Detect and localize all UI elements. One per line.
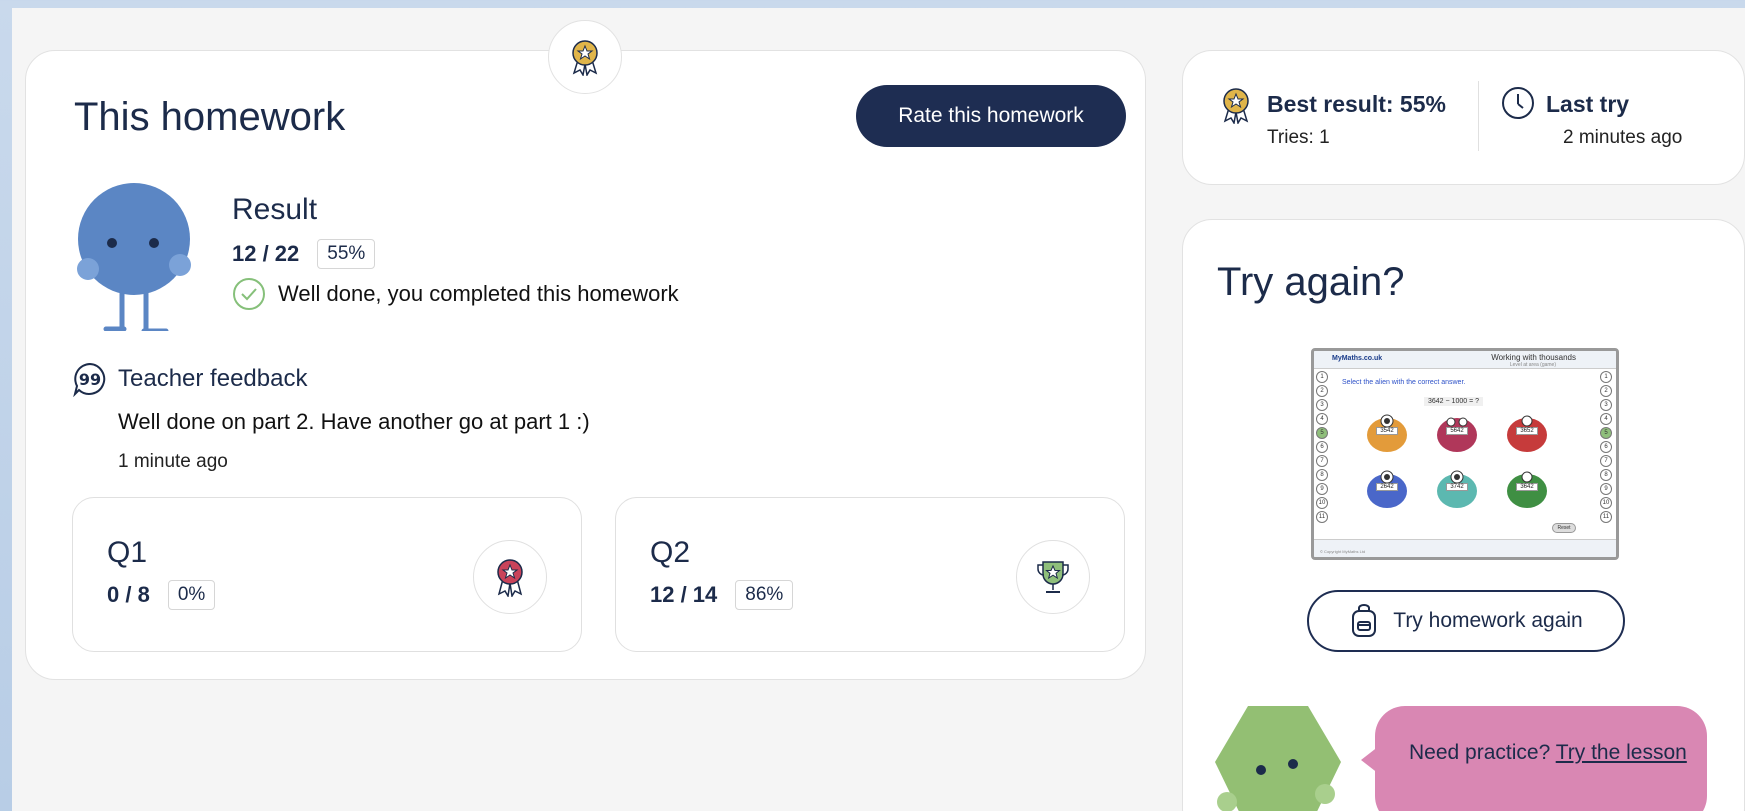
- try-again-heading: Try again?: [1217, 260, 1405, 304]
- preview-alien: 3742: [1434, 469, 1480, 511]
- preview-footer: © Copyright MyMaths Ltd: [1314, 539, 1616, 557]
- preview-step: 7: [1316, 455, 1328, 467]
- preview-alien: 3542: [1364, 413, 1410, 455]
- teacher-feedback-time: 1 minute ago: [118, 451, 228, 472]
- homework-card: This homework Rate this homework Result …: [25, 50, 1146, 680]
- practice-prompt-text: Need practice?: [1409, 741, 1556, 764]
- question-score: 12 / 14: [650, 582, 718, 607]
- preview-logo: MyMaths.co.uk: [1332, 355, 1383, 362]
- best-result: Best result: 55%: [1267, 91, 1446, 117]
- stats-card: Best result: 55% Tries: 1 Last try 2 min…: [1182, 50, 1745, 185]
- teacher-feedback-header: 99 Teacher feedback: [72, 361, 307, 397]
- rosette-award-icon: [473, 540, 547, 614]
- preview-step: 2: [1316, 385, 1328, 397]
- completion-message-row: Well done, you completed this homework: [232, 277, 679, 311]
- award-badge-icon: [548, 20, 622, 94]
- preview-subtitle: Level at area (game): [1509, 362, 1556, 368]
- speech-quote-icon: 99: [73, 362, 106, 397]
- question-card-q1[interactable]: Q1 0 / 8 0%: [72, 497, 582, 652]
- preview-alien-value: 3642: [1516, 483, 1538, 491]
- blue-mascot: [77, 183, 191, 331]
- preview-step: 6: [1600, 441, 1612, 453]
- practice-speech-bubble: Need practice? Try the lesson: [1375, 706, 1707, 811]
- preview-reset-button: Reset: [1552, 523, 1576, 533]
- preview-left-number-column: 1 2 3 4 5 6 7 8 9 10 11: [1316, 371, 1330, 523]
- homework-preview-image: MyMaths.co.uk Working with thousands Lev…: [1311, 348, 1619, 560]
- preview-alien-value: 5642: [1446, 427, 1468, 435]
- trophy-icon: [1016, 540, 1090, 614]
- try-again-card: Try again? MyMaths.co.uk Working with th…: [1182, 219, 1745, 811]
- preview-step: 9: [1600, 483, 1612, 495]
- preview-step: 1: [1600, 371, 1612, 383]
- question-label: Q1: [107, 536, 148, 569]
- gold-award-icon: [1223, 88, 1249, 124]
- preview-alien-value: 3652: [1516, 427, 1538, 435]
- preview-title: Working with thousands: [1491, 353, 1576, 362]
- preview-step: 4: [1316, 413, 1328, 425]
- question-label: Q2: [650, 536, 691, 569]
- question-score-row: 0 / 8 0%: [107, 580, 216, 610]
- preview-step: 11: [1316, 511, 1328, 523]
- teacher-feedback-heading: Teacher feedback: [118, 365, 308, 392]
- preview-step: 1: [1316, 371, 1328, 383]
- preview-step: 8: [1316, 469, 1328, 481]
- tries-count: Tries: 1: [1267, 127, 1330, 148]
- stats-divider: [1478, 81, 1479, 151]
- last-try-time: 2 minutes ago: [1563, 127, 1683, 148]
- page-title: This homework: [74, 95, 346, 139]
- page-background: This homework Rate this homework Result …: [12, 8, 1745, 811]
- try-homework-again-label: Try homework again: [1393, 609, 1583, 632]
- preview-step: 3: [1600, 399, 1612, 411]
- preview-step: 10: [1316, 497, 1328, 509]
- preview-step: 8: [1600, 469, 1612, 481]
- preview-alien: 3652: [1504, 413, 1550, 455]
- check-circle-icon: [233, 278, 265, 310]
- question-score-row: 12 / 14 86%: [650, 580, 794, 610]
- preview-step: 3: [1316, 399, 1328, 411]
- preview-step: 10: [1600, 497, 1612, 509]
- question-card-q2[interactable]: Q2 12 / 14 86%: [615, 497, 1125, 652]
- question-percent-badge: 86%: [735, 580, 794, 610]
- try-lesson-link[interactable]: Try the lesson: [1556, 741, 1687, 764]
- last-try-label: Last try: [1546, 91, 1630, 117]
- green-mascot: [1215, 706, 1341, 811]
- preview-step: 11: [1600, 511, 1612, 523]
- preview-instruction: Select the alien with the correct answer…: [1342, 379, 1466, 386]
- result-score: 12 / 22: [232, 241, 300, 266]
- rate-homework-button[interactable]: Rate this homework: [856, 85, 1126, 147]
- preview-alien: 2642: [1364, 469, 1410, 511]
- teacher-feedback-text: Well done on part 2. Have another go at …: [118, 409, 590, 434]
- preview-alien-value: 3542: [1376, 427, 1398, 435]
- preview-step: 4: [1600, 413, 1612, 425]
- preview-alien: 5642: [1434, 413, 1480, 455]
- preview-copyright: © Copyright MyMaths Ltd: [1320, 549, 1366, 554]
- preview-right-number-column: 1 2 3 4 5 6 7 8 9 10 11: [1600, 371, 1614, 523]
- preview-question: 3642 − 1000 = ?: [1424, 397, 1483, 406]
- preview-step: 9: [1316, 483, 1328, 495]
- result-percent-badge: 55%: [317, 239, 376, 269]
- preview-step: 5: [1316, 427, 1328, 439]
- preview-alien-value: 2642: [1376, 483, 1398, 491]
- backpack-icon: [1352, 604, 1377, 637]
- preview-step: 6: [1316, 441, 1328, 453]
- preview-step: 2: [1600, 385, 1612, 397]
- preview-header: MyMaths.co.uk Working with thousands Lev…: [1314, 351, 1616, 369]
- result-score-row: 12 / 22 55%: [232, 239, 376, 269]
- question-score: 0 / 8: [107, 582, 150, 607]
- preview-step: 7: [1600, 455, 1612, 467]
- preview-alien: 3642: [1504, 469, 1550, 511]
- try-homework-again-button[interactable]: Try homework again: [1307, 590, 1625, 652]
- preview-alien-value: 3742: [1446, 483, 1468, 491]
- result-heading: Result: [232, 193, 318, 226]
- completion-message: Well done, you completed this homework: [278, 281, 679, 306]
- question-percent-badge: 0%: [167, 580, 216, 610]
- clock-icon: [1502, 87, 1534, 119]
- svg-text:99: 99: [79, 370, 101, 389]
- practice-prompt: Need practice? Try the lesson: [1409, 736, 1689, 770]
- preview-step: 5: [1600, 427, 1612, 439]
